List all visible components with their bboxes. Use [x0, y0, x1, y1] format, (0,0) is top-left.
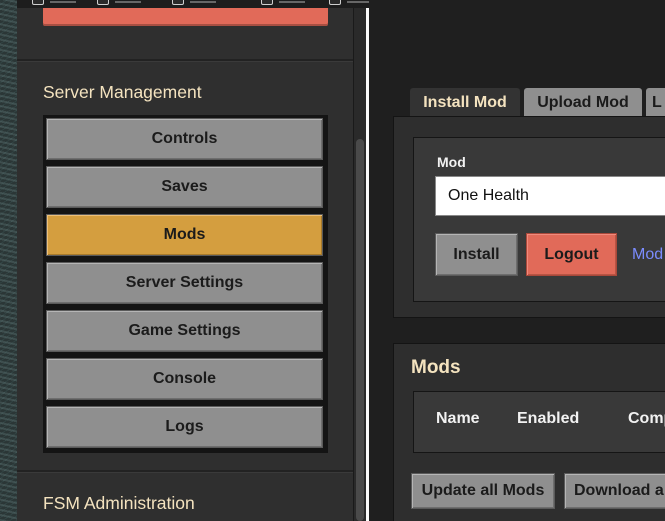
checkbox[interactable] [97, 0, 109, 5]
nav-item-server-settings[interactable]: Server Settings [46, 262, 323, 304]
column-header-enabled[interactable]: Enabled [517, 410, 579, 428]
mods-section-title: Mods [411, 357, 461, 378]
nav-item-logs[interactable]: Logs [46, 406, 323, 448]
sidebar-divider [17, 470, 353, 473]
tab-upload-mod[interactable]: Upload Mod [524, 88, 642, 118]
checkbox-label [115, 0, 141, 3]
sidebar-scrollbar[interactable] [356, 139, 364, 521]
nav-item-console[interactable]: Console [46, 358, 323, 400]
fsm-administration-title: FSM Administration [43, 493, 195, 513]
mod-field-label: Mod [437, 154, 466, 170]
server-management-title: Server Management [43, 82, 202, 102]
tab-partial[interactable]: L [646, 88, 665, 118]
tab-install-mod[interactable]: Install Mod [410, 88, 520, 118]
update-all-mods-button[interactable]: Update all Mods [411, 473, 555, 509]
nav-item-mods[interactable]: Mods [46, 214, 323, 256]
mod-input[interactable] [435, 176, 665, 216]
nav-item-game-settings[interactable]: Game Settings [46, 310, 323, 352]
sidebar: Server Management Controls Saves Mods Se… [17, 0, 354, 521]
install-button[interactable]: Install [435, 233, 518, 276]
main-content: Install Mod Upload Mod L Mod Install Log… [369, 0, 665, 521]
desktop-background-strip [0, 0, 17, 521]
checkbox-label [279, 0, 305, 3]
checkbox[interactable] [329, 0, 341, 5]
nav-item-controls[interactable]: Controls [46, 118, 323, 160]
install-mod-form: Mod [413, 137, 665, 302]
column-header-comp[interactable]: Comp [628, 410, 665, 428]
checkbox[interactable] [32, 0, 44, 5]
download-button[interactable]: Download a [564, 473, 665, 509]
checkbox-label [190, 0, 216, 3]
sidebar-divider [17, 59, 353, 62]
checkbox[interactable] [261, 0, 273, 5]
nav-item-saves[interactable]: Saves [46, 166, 323, 208]
column-header-name[interactable]: Name [436, 410, 480, 428]
logout-button[interactable]: Logout [526, 233, 617, 276]
checkbox[interactable] [172, 0, 184, 5]
install-mod-panel: Mod [393, 116, 665, 318]
checkbox-label [50, 0, 76, 3]
server-management-nav: Controls Saves Mods Server Settings Game… [43, 115, 328, 453]
mod-link[interactable]: Mod [632, 246, 663, 264]
